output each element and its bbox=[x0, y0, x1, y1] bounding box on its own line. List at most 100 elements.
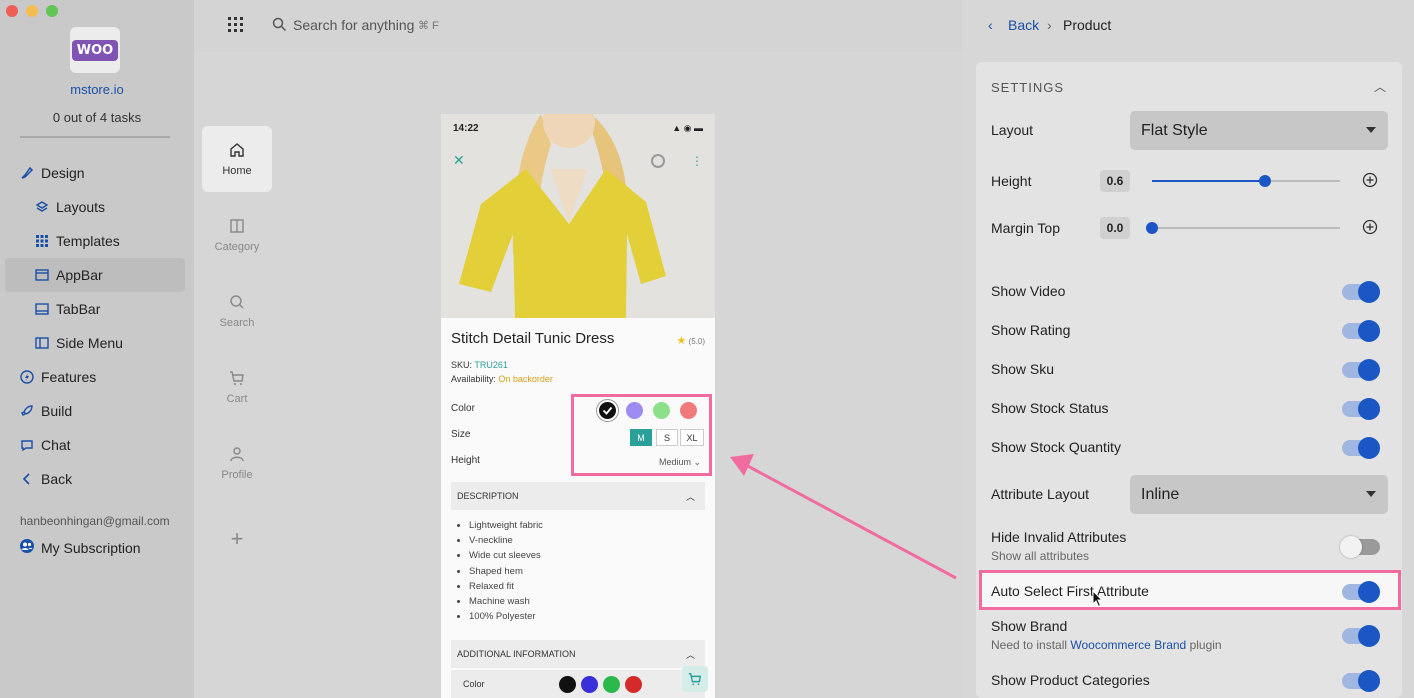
store-logo[interactable]: WOO bbox=[70, 27, 120, 73]
store-name-link[interactable]: mstore.io bbox=[0, 82, 194, 97]
show-stock-status-toggle[interactable] bbox=[1342, 398, 1380, 420]
show-stock-status-label: Show Stock Status bbox=[991, 400, 1109, 416]
sidebar-item-layouts[interactable]: Layouts bbox=[5, 190, 185, 224]
additional-swatch-red bbox=[625, 676, 642, 693]
sidebar-item-tabbar[interactable]: TabBar bbox=[5, 292, 185, 326]
sidebar-item-label: Chat bbox=[41, 437, 71, 453]
search-icon bbox=[272, 17, 287, 37]
chevron-left-icon[interactable]: ‹ bbox=[988, 17, 993, 33]
minimize-window-button[interactable] bbox=[26, 5, 38, 17]
my-subscription-link[interactable]: My Subscription bbox=[19, 538, 141, 557]
color-swatch-purple[interactable] bbox=[626, 402, 643, 419]
attribute-layout-value: Inline bbox=[1141, 485, 1180, 503]
height-slider-fill bbox=[1152, 180, 1265, 182]
sidebar-item-chat[interactable]: Chat bbox=[5, 428, 185, 462]
chevron-left-icon bbox=[19, 471, 35, 487]
users-icon bbox=[19, 538, 35, 557]
sidebar-item-appbar[interactable]: AppBar bbox=[5, 258, 185, 292]
tab-home[interactable]: Home bbox=[202, 126, 272, 192]
tasks-progress-bar bbox=[20, 136, 170, 138]
woocommerce-brand-link[interactable]: Woocommerce Brand bbox=[1070, 638, 1186, 652]
maximize-window-button[interactable] bbox=[46, 5, 58, 17]
description-title: DESCRIPTION bbox=[457, 491, 519, 501]
height-slider-knob[interactable] bbox=[1258, 175, 1271, 187]
availability-label: Availability: bbox=[451, 374, 496, 384]
add-circle-icon[interactable] bbox=[1362, 172, 1378, 188]
chevron-up-icon[interactable]: ︿ bbox=[1374, 78, 1386, 95]
sidebar-item-features[interactable]: Features bbox=[5, 360, 185, 394]
add-to-cart-button[interactable] bbox=[682, 666, 708, 692]
sku-value: TRU261 bbox=[474, 360, 508, 370]
sidebar-item-templates[interactable]: Templates bbox=[5, 224, 185, 258]
sidebar-item-side-menu[interactable]: Side Menu bbox=[5, 326, 185, 360]
side-menu-icon bbox=[34, 335, 50, 351]
tab-category[interactable]: Category bbox=[202, 202, 272, 268]
caret-down-icon bbox=[1366, 491, 1376, 497]
close-window-button[interactable] bbox=[6, 5, 18, 17]
toggle-knob bbox=[1358, 670, 1380, 692]
chevron-up-icon: ︿ bbox=[685, 492, 695, 502]
size-option-s[interactable]: S bbox=[656, 429, 678, 446]
layout-select[interactable]: Flat Style bbox=[1130, 111, 1388, 150]
show-brand-toggle[interactable] bbox=[1342, 625, 1380, 647]
sidebar-item-design[interactable]: Design bbox=[5, 156, 185, 190]
brand-hint-prefix: Need to install bbox=[991, 638, 1068, 652]
list-item: Lightweight fabric bbox=[469, 520, 543, 535]
margin-top-slider-knob[interactable] bbox=[1146, 222, 1158, 234]
show-video-toggle[interactable] bbox=[1342, 281, 1380, 303]
toggle-knob bbox=[1358, 398, 1380, 420]
show-product-categories-toggle[interactable] bbox=[1342, 670, 1380, 692]
additional-color-label: Color bbox=[463, 679, 485, 689]
height-attribute-label: Height bbox=[451, 455, 480, 466]
annotation-arrow bbox=[730, 454, 957, 580]
close-icon[interactable]: ✕ bbox=[453, 152, 465, 169]
breadcrumb-separator-icon: › bbox=[1047, 17, 1052, 33]
user-email: hanbeonhingan@gmail.com bbox=[20, 514, 170, 528]
sidebar-item-back[interactable]: Back bbox=[5, 462, 185, 496]
show-stock-quantity-toggle[interactable] bbox=[1342, 437, 1380, 459]
show-rating-toggle[interactable] bbox=[1342, 320, 1380, 342]
add-tab-button[interactable]: + bbox=[202, 506, 272, 572]
sidebar-item-build[interactable]: Build bbox=[5, 394, 185, 428]
tab-label: Search bbox=[219, 316, 255, 329]
favorite-icon[interactable] bbox=[651, 154, 665, 168]
mouse-cursor-icon bbox=[1092, 590, 1104, 608]
description-list: Lightweight fabric V-neckline Wide cut s… bbox=[469, 520, 543, 626]
additional-information-accordion[interactable]: ADDITIONAL INFORMATION ︿ bbox=[451, 640, 705, 668]
description-accordion[interactable]: DESCRIPTION ︿ bbox=[451, 482, 705, 510]
woo-logo: WOO bbox=[71, 39, 119, 61]
add-circle-icon[interactable] bbox=[1362, 219, 1378, 235]
additional-swatch-black bbox=[559, 676, 576, 693]
height-value[interactable]: 0.6 bbox=[1100, 170, 1130, 192]
tab-search[interactable]: Search bbox=[202, 278, 272, 344]
product-image: 14:22 ▲ ◉ ▬ ✕ ⋮ bbox=[441, 114, 715, 318]
back-link[interactable]: Back bbox=[1008, 17, 1039, 33]
height-slider[interactable] bbox=[1152, 175, 1340, 187]
color-swatch-red[interactable] bbox=[680, 402, 697, 419]
show-sku-toggle[interactable] bbox=[1342, 359, 1380, 381]
color-swatch-black[interactable] bbox=[599, 402, 616, 419]
size-option-m[interactable]: M bbox=[630, 429, 652, 446]
sidebar-item-label: Back bbox=[41, 471, 73, 487]
search-input[interactable]: Search for anything bbox=[293, 17, 414, 33]
height-select[interactable]: Medium ⌄ bbox=[659, 457, 701, 468]
attribute-layout-label: Attribute Layout bbox=[991, 486, 1090, 502]
auto-select-first-attribute-toggle[interactable] bbox=[1342, 581, 1380, 603]
apps-grid-icon[interactable] bbox=[228, 17, 243, 37]
more-vertical-icon[interactable]: ⋮ bbox=[691, 154, 703, 168]
toggle-knob bbox=[1358, 359, 1380, 381]
show-sku-label: Show Sku bbox=[991, 361, 1055, 377]
additional-swatch-green bbox=[603, 676, 620, 693]
margin-top-value[interactable]: 0.0 bbox=[1100, 217, 1130, 239]
height-label: Height bbox=[991, 173, 1032, 189]
size-option-xl[interactable]: XL bbox=[680, 429, 704, 446]
window-controls bbox=[6, 5, 58, 17]
margin-top-slider[interactable] bbox=[1146, 222, 1340, 234]
color-swatch-green[interactable] bbox=[653, 402, 670, 419]
show-stock-quantity-label: Show Stock Quantity bbox=[991, 439, 1121, 455]
settings-card: SETTINGS ︿ Layout Flat Style Height 0.6 … bbox=[976, 62, 1402, 698]
tab-profile[interactable]: Profile bbox=[202, 430, 272, 496]
hide-invalid-attributes-toggle[interactable] bbox=[1340, 536, 1380, 558]
tab-cart[interactable]: Cart bbox=[202, 354, 272, 420]
attribute-layout-select[interactable]: Inline bbox=[1130, 475, 1388, 514]
